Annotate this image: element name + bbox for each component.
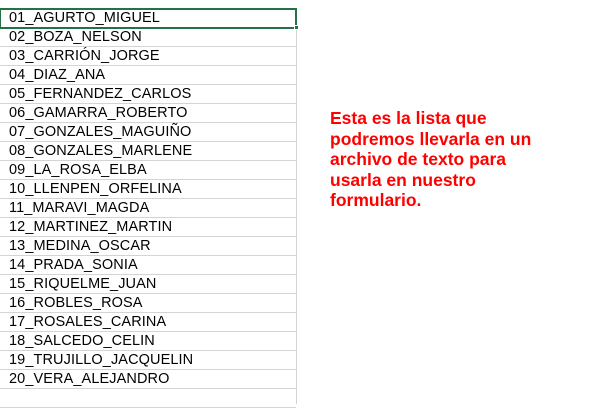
spreadsheet-cell[interactable]: 14_PRADA_SONIA xyxy=(0,256,296,275)
spreadsheet-cell[interactable]: 15_RIQUELME_JUAN xyxy=(0,275,296,294)
column-divider xyxy=(296,9,297,404)
spreadsheet-cell[interactable]: 10_LLENPEN_ORFELINA xyxy=(0,180,296,199)
spreadsheet-cell[interactable]: 12_MARTINEZ_MARTIN xyxy=(0,218,296,237)
spreadsheet-cell[interactable]: 02_BOZA_NELSON xyxy=(0,28,296,47)
spreadsheet: 01_AGURTO_MIGUEL 02_BOZA_NELSON 03_CARRIÓN… xyxy=(0,0,613,408)
spreadsheet-cell[interactable]: 05_FERNANDEZ_CARLOS xyxy=(0,85,296,104)
column-a: 01_AGURTO_MIGUEL 02_BOZA_NELSON 03_CARRIÓN… xyxy=(0,8,299,408)
spreadsheet-cell[interactable]: 08_GONZALES_MARLENE xyxy=(0,142,296,161)
spreadsheet-cell[interactable]: 09_LA_ROSA_ELBA xyxy=(0,161,296,180)
spreadsheet-cell[interactable]: 16_ROBLES_ROSA xyxy=(0,294,296,313)
spreadsheet-cell[interactable]: 13_MEDINA_OSCAR xyxy=(0,237,296,256)
spreadsheet-cell[interactable]: 18_SALCEDO_CELIN xyxy=(0,332,296,351)
spreadsheet-cell[interactable]: 17_ROSALES_CARINA xyxy=(0,313,296,332)
spreadsheet-cell[interactable]: 06_GAMARRA_ROBERTO xyxy=(0,104,296,123)
spreadsheet-cell[interactable]: 07_GONZALES_MAGUIÑO xyxy=(0,123,296,142)
annotation-note: Esta es la lista que podremos llevarla e… xyxy=(330,108,532,210)
spreadsheet-cell[interactable]: 03_CARRIÓN_JORGE xyxy=(0,47,296,66)
spreadsheet-cell[interactable]: 11_MARAVI_MAGDA xyxy=(0,199,296,218)
spreadsheet-cell[interactable]: 19_TRUJILLO_JACQUELIN xyxy=(0,351,296,370)
selected-cell[interactable]: 01_AGURTO_MIGUEL xyxy=(0,8,299,30)
fill-handle[interactable] xyxy=(294,25,299,30)
spreadsheet-cell[interactable]: 04_DIAZ_ANA xyxy=(0,66,296,85)
spreadsheet-cell[interactable]: 20_VERA_ALEJANDRO xyxy=(0,370,296,389)
empty-cell[interactable] xyxy=(0,389,296,408)
